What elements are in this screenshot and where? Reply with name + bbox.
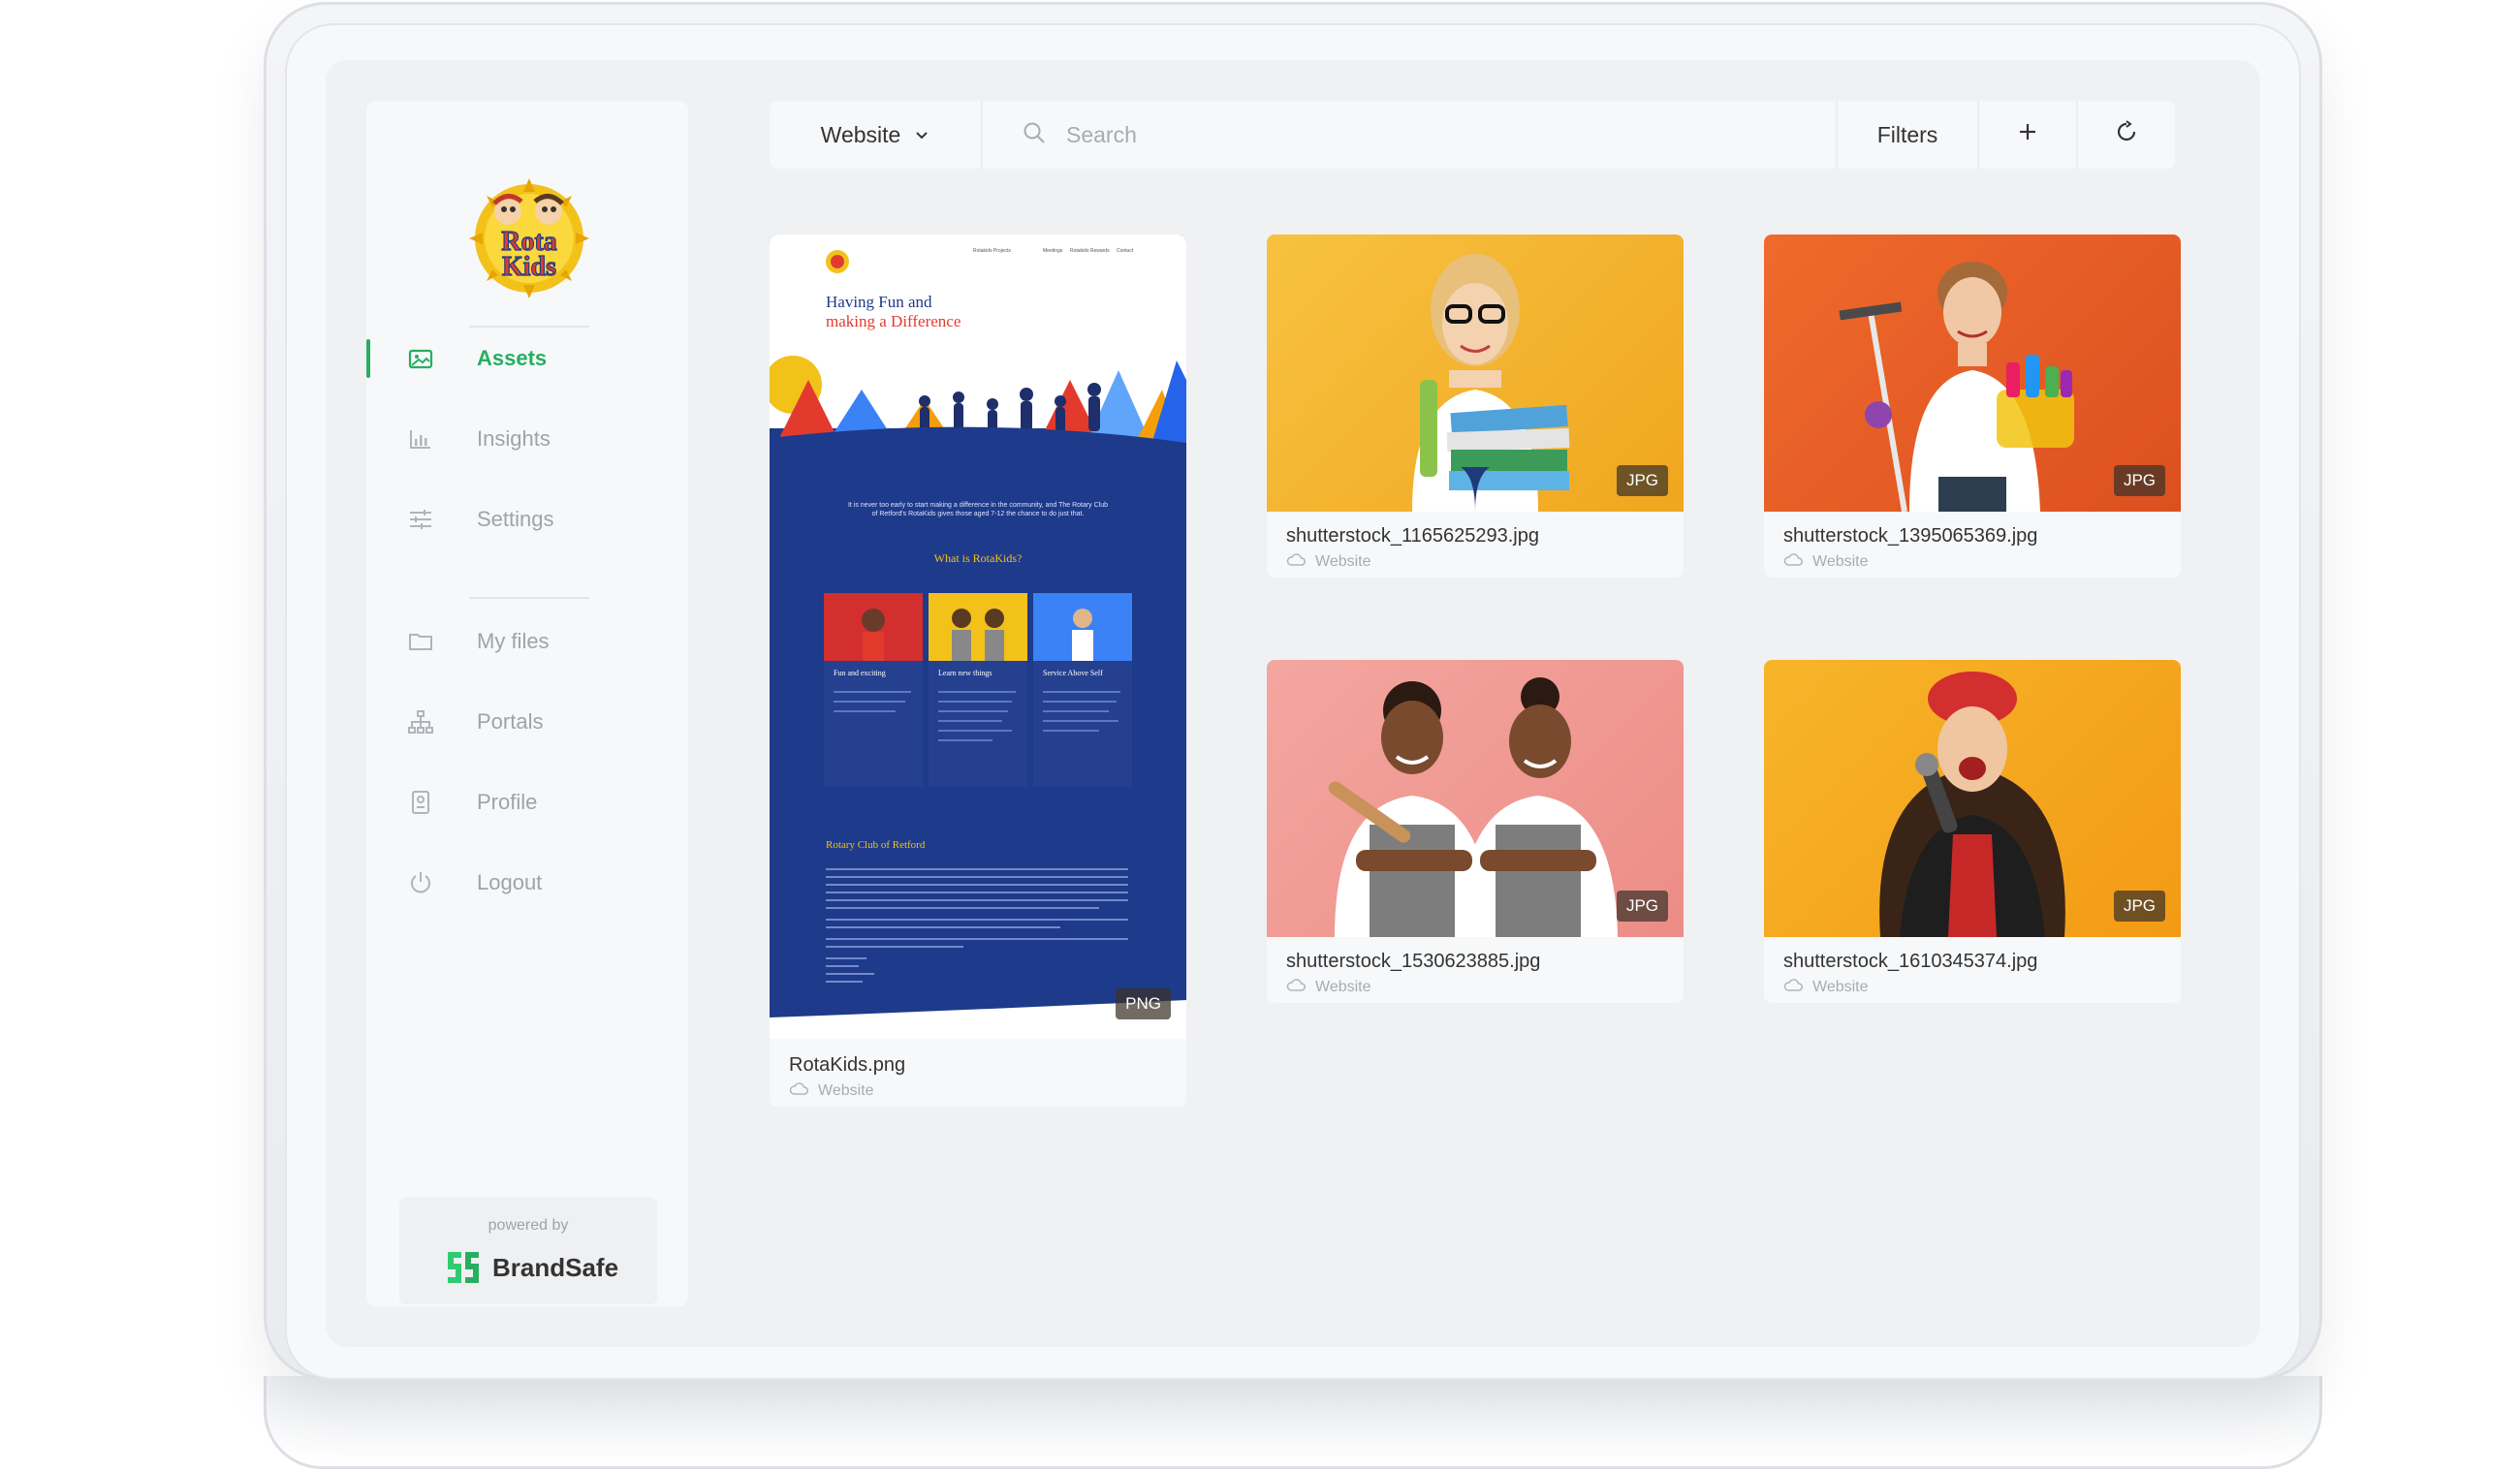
asset-card[interactable]: JPG shutterstock_1610345374.jpg Website: [1764, 660, 2181, 1003]
brandsafe-icon: [448, 1252, 479, 1283]
cloud-icon: [1783, 552, 1803, 571]
asset-card[interactable]: JPG shutterstock_1165625293.jpg Website: [1267, 235, 1684, 578]
file-type-badge: JPG: [1616, 891, 1668, 922]
sidebar-item-label: Insights: [477, 426, 551, 451]
powered-by-badge[interactable]: powered by BrandSafe: [399, 1198, 657, 1304]
brandsafe-logo: BrandSafe: [444, 1248, 618, 1287]
logo-text-kids: Kids: [502, 252, 556, 282]
sidebar-item-label: Assets: [477, 346, 548, 370]
asset-thumbnail: JPG: [1267, 660, 1684, 937]
preview-feature-title: Fun and exciting: [834, 669, 886, 677]
file-type-badge: PNG: [1116, 988, 1171, 1019]
powered-by-label: powered by: [488, 1217, 569, 1234]
cloud-icon: [1286, 978, 1306, 996]
sidebar-item-assets[interactable]: Assets: [366, 329, 688, 388]
preview-nav-item: Rotakids Rewards: [1070, 248, 1110, 254]
collection-label: Website: [820, 121, 901, 147]
preview-nav-item: Meetings: [1043, 248, 1063, 254]
asset-filename: shutterstock_1395065369.jpg: [1783, 525, 2038, 547]
search-icon: [1022, 120, 1047, 150]
refresh-icon: [2115, 120, 2138, 149]
cloud-icon: [789, 1081, 808, 1100]
asset-location-label: Website: [1812, 978, 1869, 995]
asset-location: Website: [1286, 978, 1371, 996]
cloud-icon: [1783, 978, 1803, 996]
sidebar-item-insights[interactable]: Insights: [366, 410, 688, 468]
file-type-badge: JPG: [1616, 465, 1668, 496]
app-screen: Rota Kids Assets Insights Settings My fi…: [326, 60, 2260, 1347]
sidebar-item-label: My files: [477, 629, 550, 653]
asset-thumbnail: Rotakids Projects Meetings Rotakids Rewa…: [770, 235, 1186, 1039]
sidebar-item-label: Logout: [477, 870, 543, 894]
preview-intro: It is never too early to start making a …: [847, 502, 1109, 517]
asset-location: Website: [789, 1081, 874, 1100]
sidebar-item-profile[interactable]: Profile: [366, 773, 688, 831]
brandsafe-name: BrandSafe: [492, 1252, 619, 1282]
file-type-badge: JPG: [2113, 465, 2165, 496]
asset-location-label: Website: [1812, 552, 1869, 570]
sidebar-divider: [469, 597, 589, 599]
preview-nav-item: Contact: [1117, 248, 1134, 254]
asset-location: Website: [1783, 978, 1869, 996]
sidebar-item-portals[interactable]: Portals: [366, 693, 688, 751]
asset-location: Website: [1783, 552, 1869, 571]
sidebar-item-label: Profile: [477, 790, 538, 814]
asset-location-label: Website: [818, 1081, 874, 1099]
image-icon: [407, 345, 434, 372]
asset-filename: shutterstock_1530623885.jpg: [1286, 951, 1541, 972]
search-bar: [983, 101, 1836, 169]
id-badge-icon: [407, 789, 434, 816]
sidebar-item-settings[interactable]: Settings: [366, 490, 688, 548]
plus-icon: [2017, 121, 2038, 148]
asset-card[interactable]: Rotakids Projects Meetings Rotakids Rewa…: [770, 235, 1186, 1107]
preview-feature-title: Service Above Self: [1043, 669, 1103, 677]
asset-filename: shutterstock_1610345374.jpg: [1783, 951, 2038, 972]
preview-nav-item: Rotakids Projects: [973, 248, 1011, 254]
sidebar: Rota Kids Assets Insights Settings My fi…: [366, 101, 688, 1306]
website-preview: Rotakids Projects Meetings Rotakids Rewa…: [770, 235, 1186, 1039]
preview-hero-line1: Having Fun and: [826, 293, 932, 311]
asset-card[interactable]: JPG shutterstock_1530623885.jpg Website: [1267, 660, 1684, 1003]
preview-hero-line2: making a Difference: [826, 312, 961, 330]
sidebar-item-logout[interactable]: Logout: [366, 854, 688, 912]
bar-chart-icon: [407, 425, 434, 453]
asset-location: Website: [1286, 552, 1371, 571]
chevron-down-icon: [914, 122, 929, 148]
asset-thumbnail: JPG: [1267, 235, 1684, 512]
asset-filename: RotaKids.png: [789, 1054, 906, 1076]
sidebar-item-label: Portals: [477, 709, 544, 734]
device-base: [264, 1376, 2322, 1469]
add-button[interactable]: [1977, 101, 2076, 169]
cloud-icon: [1286, 552, 1306, 571]
asset-thumbnail: JPG: [1764, 660, 2181, 937]
toolbar: Website Filters: [770, 101, 2175, 169]
sidebar-item-my-files[interactable]: My files: [366, 612, 688, 671]
sidebar-item-label: Settings: [477, 507, 554, 531]
sliders-icon: [407, 506, 434, 533]
file-type-badge: JPG: [2113, 891, 2165, 922]
asset-filename: shutterstock_1165625293.jpg: [1286, 525, 1539, 547]
asset-location-label: Website: [1315, 978, 1371, 995]
power-icon: [407, 869, 434, 896]
asset-location-label: Website: [1315, 552, 1371, 570]
asset-card[interactable]: JPG shutterstock_1395065369.jpg Website: [1764, 235, 2181, 578]
sitemap-icon: [407, 708, 434, 736]
refresh-button[interactable]: [2076, 101, 2175, 169]
asset-thumbnail: JPG: [1764, 235, 2181, 512]
collection-dropdown[interactable]: Website: [770, 101, 983, 169]
sidebar-divider: [469, 326, 589, 328]
preview-section-title: What is RotaKids?: [934, 551, 1023, 565]
preview-club-title: Rotary Club of Retford: [826, 839, 926, 851]
rotakids-logo[interactable]: Rota Kids: [469, 178, 589, 298]
folder-icon: [407, 628, 434, 655]
preview-feature-title: Learn new things: [938, 669, 992, 677]
filters-button[interactable]: Filters: [1836, 101, 1977, 169]
search-input[interactable]: [1066, 121, 1745, 148]
